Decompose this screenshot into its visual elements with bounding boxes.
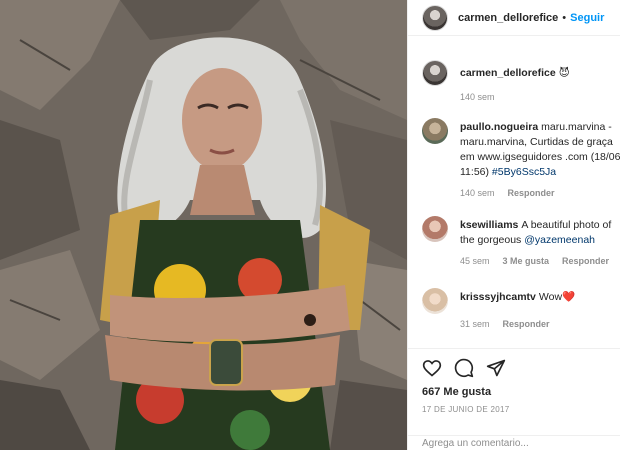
comment-username[interactable]: ksewilliams	[460, 219, 518, 231]
portrait-illustration	[0, 0, 407, 450]
avatar[interactable]	[422, 216, 448, 242]
reply-button[interactable]: Responder	[503, 319, 550, 329]
mention-link[interactable]: @yazemeenah	[524, 234, 595, 246]
comment-username[interactable]: paullo.nogueira	[460, 121, 538, 133]
hashtag-link[interactable]: #5By6Ssc5Ja	[492, 166, 556, 178]
post-actions: 667 Me gusta 17 DE JUNIO DE 2017 Agrega …	[408, 348, 620, 450]
avatar[interactable]	[422, 60, 448, 86]
action-icons	[422, 358, 506, 378]
separator-dot: •	[562, 11, 567, 24]
follow-button[interactable]: Seguir	[570, 12, 604, 24]
caption-age: 140 sem	[460, 92, 495, 102]
caption-username[interactable]: carmen_dellorefice	[460, 67, 556, 79]
comment-age: 45 sem	[460, 256, 490, 266]
comment-username[interactable]: krisssyjhcamtv	[460, 291, 536, 303]
heart-emoji: ❤️	[562, 291, 576, 303]
post-sidebar: carmen_dellorefice • Seguir carmen_dello…	[407, 0, 620, 450]
likes-count[interactable]: 667 Me gusta	[422, 386, 491, 398]
post-photo[interactable]	[0, 0, 407, 450]
comment-icon[interactable]	[454, 358, 474, 378]
add-comment-input[interactable]: Agrega un comentario...	[408, 435, 620, 450]
comment-age: 31 sem	[460, 319, 490, 329]
reply-button[interactable]: Responder	[562, 256, 609, 266]
heart-icon[interactable]	[422, 358, 442, 378]
comment-age: 140 sem	[460, 188, 495, 198]
avatar[interactable]	[422, 4, 448, 31]
post-date: 17 DE JUNIO DE 2017	[422, 405, 510, 414]
devil-emoji: 😈	[558, 67, 570, 79]
header-username[interactable]: carmen_dellorefice	[458, 12, 558, 24]
avatar[interactable]	[422, 118, 448, 144]
reply-button[interactable]: Responder	[508, 188, 555, 198]
post-header: carmen_dellorefice • Seguir	[408, 0, 620, 36]
avatar[interactable]	[422, 288, 448, 314]
comment-text: Wow	[538, 291, 563, 303]
comment-likes[interactable]: 3 Me gusta	[503, 256, 550, 266]
share-icon[interactable]	[486, 358, 506, 378]
